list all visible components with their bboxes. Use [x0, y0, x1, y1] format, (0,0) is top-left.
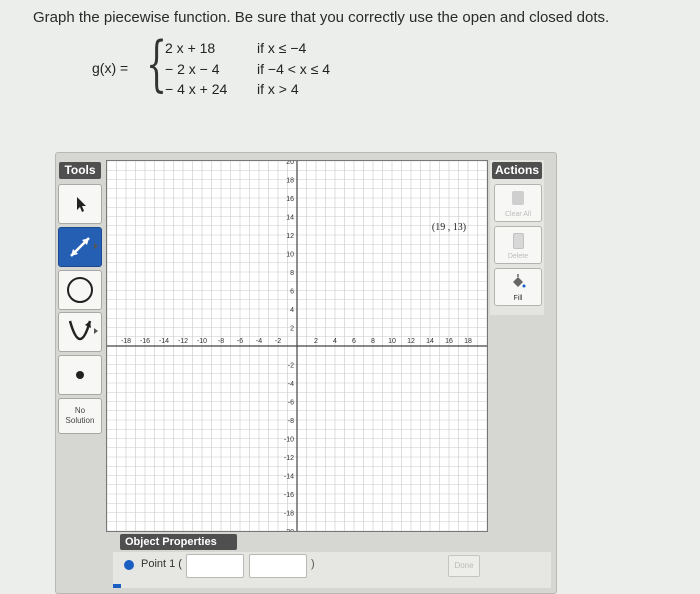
- x-tick-label: -6: [237, 338, 243, 345]
- x-tick-label: 16: [445, 338, 453, 345]
- x-tick-label: -16: [140, 338, 150, 345]
- y-tick-label: -16: [284, 492, 294, 499]
- x-tick-label: 6: [352, 338, 356, 345]
- y-tick-label: -18: [284, 511, 294, 518]
- y-tick-label: -2: [288, 363, 294, 370]
- circle-tool-button[interactable]: [58, 270, 102, 310]
- no-solution-label-line2: Solution: [65, 416, 95, 425]
- y-tick-label: -20: [284, 529, 294, 531]
- coordinate-readout: (19 , 13): [432, 222, 466, 233]
- y-tick-label: -4: [288, 381, 294, 388]
- clear-all-label: Clear All: [504, 211, 532, 218]
- y-tick-label: 8: [290, 270, 294, 277]
- x-tick-label: -10: [197, 338, 207, 345]
- parabola-tool-expand-arrow[interactable]: [94, 328, 98, 334]
- y-tick-label: 20: [286, 161, 294, 166]
- y-tick-label: 6: [290, 289, 294, 296]
- clear-all-icon: [512, 191, 524, 205]
- no-solution-button[interactable]: No Solution: [58, 398, 102, 434]
- delete-label: Delete: [507, 253, 529, 260]
- function-label: g(x) =: [92, 60, 129, 76]
- segment-tool-expand-arrow[interactable]: [94, 243, 98, 249]
- case-2-condition: if −4 < x ≤ 4: [257, 61, 331, 77]
- y-tick-label: -14: [284, 474, 294, 481]
- x-tick-label: 10: [388, 338, 396, 345]
- y-tick-label: -8: [288, 418, 294, 425]
- y-tick-label: 12: [286, 233, 294, 240]
- x-tick-label: -14: [159, 338, 169, 345]
- segment-icon: [70, 237, 90, 257]
- y-tick-label: 4: [290, 307, 294, 314]
- point-1-color-dot: [124, 560, 134, 570]
- fill-button[interactable]: Fill: [494, 268, 542, 306]
- point-1-x-input[interactable]: [186, 554, 244, 578]
- point-tool-button[interactable]: [58, 355, 102, 395]
- point-1-y-input[interactable]: [249, 554, 307, 578]
- y-tick-label: 18: [286, 178, 294, 185]
- left-brace: {: [146, 29, 168, 99]
- y-tick-label: 10: [286, 252, 294, 259]
- select-tool-button[interactable]: [58, 184, 102, 224]
- x-tick-label: 12: [407, 338, 415, 345]
- actions-header: Actions: [492, 162, 542, 179]
- y-tick-label: -12: [284, 455, 294, 462]
- circle-icon: [67, 277, 93, 303]
- next-object-indicator: [113, 584, 121, 588]
- y-tick-label: 16: [286, 196, 294, 203]
- x-tick-label: 4: [333, 338, 337, 345]
- case-3-condition: if x > 4: [257, 81, 299, 97]
- x-tick-label: -8: [218, 338, 224, 345]
- y-tick-label: 14: [286, 215, 294, 222]
- object-properties-header: Object Properties: [120, 534, 237, 550]
- coordinate-grid[interactable]: -18 -16 -14 -12 -10 -8 -6 -4 -2 2 4 6 8 10 12 14 16 18 20 1…: [106, 159, 488, 536]
- clear-all-button[interactable]: Clear All: [494, 184, 542, 222]
- delete-button[interactable]: Delete: [494, 226, 542, 264]
- question-text: Graph the piecewise function. Be sure th…: [33, 9, 610, 26]
- x-tick-label: 2: [314, 338, 318, 345]
- y-tick-label: -10: [284, 437, 294, 444]
- paint-bucket-icon: [513, 274, 526, 288]
- case-3-expression: − 4 x + 24: [165, 81, 228, 97]
- y-tick-label: 2: [290, 326, 294, 333]
- fill-label: Fill: [513, 295, 523, 302]
- case-2-expression: − 2 x − 4: [165, 61, 220, 77]
- case-1-condition: if x ≤ −4: [257, 40, 307, 56]
- point-icon: [76, 371, 84, 379]
- case-1-expression: 2 x + 18: [165, 40, 216, 56]
- pointer-arrow-icon: [77, 197, 86, 212]
- point-1-label: Point 1 (: [141, 558, 182, 570]
- x-tick-label: 8: [371, 338, 375, 345]
- x-tick-label: -2: [275, 338, 281, 345]
- point-1-close-paren: ): [311, 558, 315, 570]
- graph-canvas[interactable]: -18 -16 -14 -12 -10 -8 -6 -4 -2 2 4 6 8 10 12 14 16 18 20 1…: [106, 159, 488, 536]
- x-tick-label: 18: [464, 338, 472, 345]
- x-tick-label: -4: [256, 338, 262, 345]
- x-tick-label: -12: [178, 338, 188, 345]
- y-tick-label: -6: [288, 400, 294, 407]
- tools-header: Tools: [59, 162, 101, 179]
- trash-icon: [513, 233, 524, 249]
- parabola-icon: [68, 320, 92, 341]
- no-solution-label-line1: No: [74, 406, 86, 415]
- x-tick-label: 14: [426, 338, 434, 345]
- x-tick-label: -18: [121, 338, 131, 345]
- done-button[interactable]: Done: [448, 555, 480, 577]
